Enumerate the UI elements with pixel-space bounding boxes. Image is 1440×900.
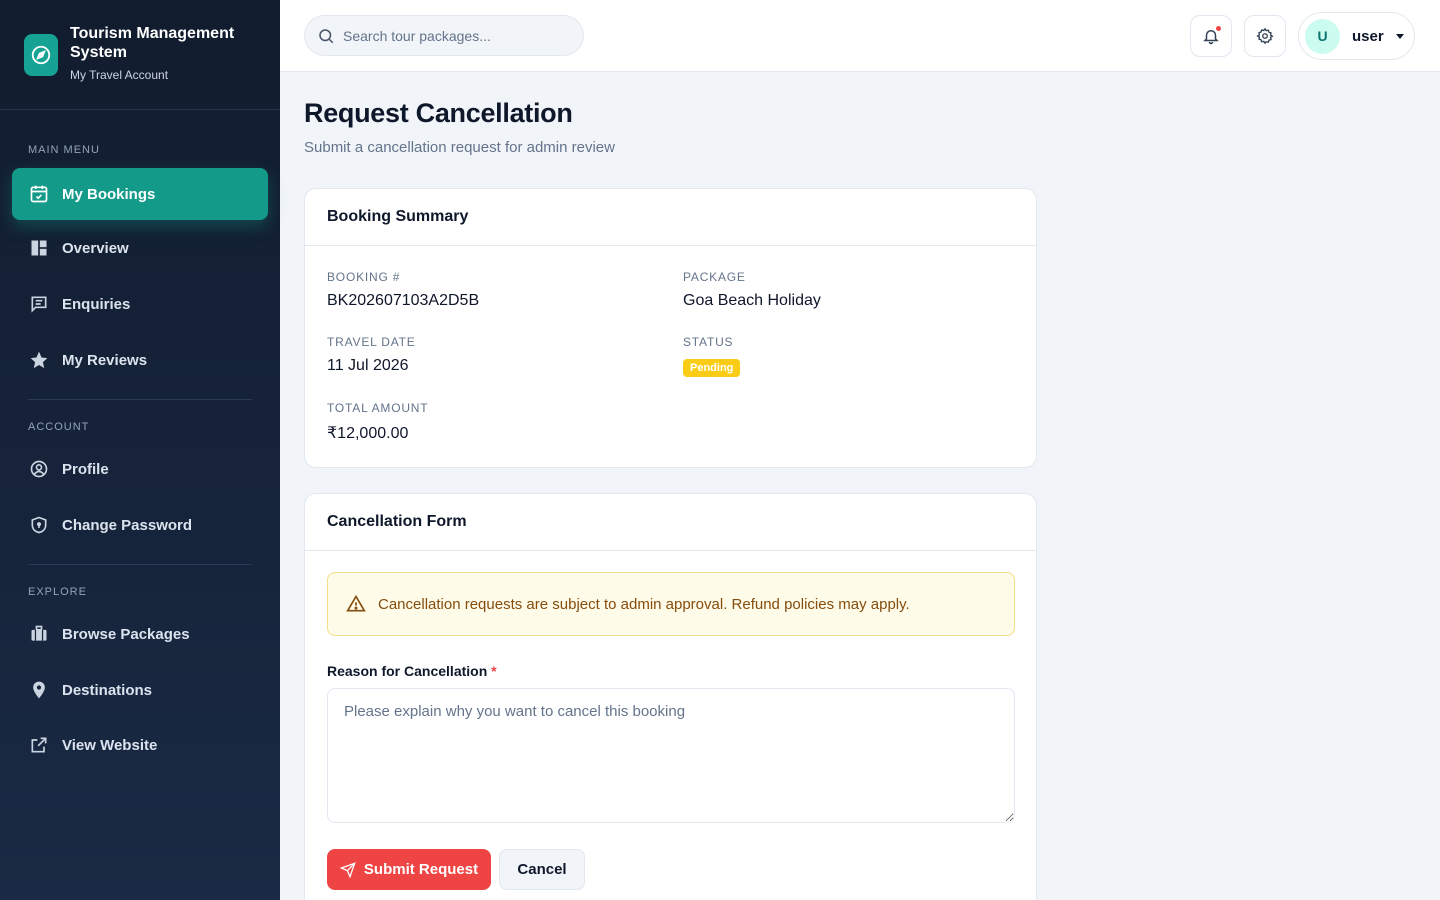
travel-date: 11 Jul 2026: [327, 357, 409, 374]
status-badge: Pending: [683, 359, 741, 377]
sidebar-item-change-password[interactable]: Change Password: [12, 499, 268, 551]
alert-text: Cancellation requests are subject to adm…: [378, 595, 910, 613]
page-subtitle: Submit a cancellation request for admin …: [304, 139, 615, 156]
sidebar-item-label: Enquiries: [62, 295, 131, 313]
total-amount: ₹12,000.00: [327, 425, 409, 442]
card-title: Cancellation Form: [305, 494, 1036, 551]
top-bar: U user: [280, 0, 1440, 72]
user-menu[interactable]: U user: [1298, 12, 1415, 60]
sidebar-item-destinations[interactable]: Destinations: [12, 664, 268, 716]
sidebar-item-label: View Website: [62, 736, 158, 754]
field-label: TOTAL AMOUNT: [327, 401, 429, 415]
field-label: TRAVEL DATE: [327, 335, 416, 349]
notification-dot: [1216, 26, 1221, 31]
suitcase-icon: [28, 623, 50, 645]
sidebar-item-label: Overview: [62, 239, 129, 257]
package-field: PACKAGE Goa Beach Holiday: [683, 270, 821, 310]
package-name: Goa Beach Holiday: [683, 292, 821, 309]
sidebar-item-overview[interactable]: Overview: [12, 222, 268, 274]
sidebar-divider: [28, 564, 252, 565]
sidebar-item-label: Destinations: [62, 681, 153, 699]
sidebar-item-label: Profile: [62, 460, 109, 478]
card-title: Booking Summary: [305, 189, 1036, 246]
field-label: STATUS: [683, 335, 734, 349]
submit-request-button[interactable]: Submit Request: [327, 849, 491, 890]
search-box[interactable]: [304, 15, 584, 56]
star-icon: [28, 349, 50, 371]
search-icon: [317, 27, 335, 45]
booking-number-field: BOOKING # BK202607103A2D5B: [327, 270, 479, 310]
user-name: user: [1352, 27, 1384, 45]
sidebar-item-enquiries[interactable]: Enquiries: [12, 278, 268, 330]
sidebar-item-browse-packages[interactable]: Browse Packages: [12, 608, 268, 660]
sidebar: Tourism Management System My Travel Acco…: [0, 0, 280, 900]
search-input[interactable]: [343, 27, 563, 44]
sidebar-divider: [28, 399, 252, 400]
travel-date-field: TRAVEL DATE 11 Jul 2026: [327, 335, 416, 375]
reason-textarea[interactable]: [327, 688, 1015, 823]
sidebar-item-label: My Bookings: [62, 185, 156, 203]
dashboard-icon: [28, 237, 50, 259]
sidebar-item-my-reviews[interactable]: My Reviews: [12, 334, 268, 386]
sidebar-item-label: My Reviews: [62, 351, 148, 369]
total-amount-field: TOTAL AMOUNT ₹12,000.00: [327, 401, 428, 443]
caret-down-icon: [1395, 33, 1404, 39]
brand-subtitle: My Travel Account: [70, 68, 169, 82]
chat-icon: [28, 293, 50, 315]
settings-button[interactable]: [1244, 15, 1286, 57]
warning-icon: [346, 594, 366, 614]
sidebar-item-profile[interactable]: Profile: [12, 443, 268, 495]
section-account: ACCOUNT: [28, 421, 90, 433]
sidebar-item-my-bookings[interactable]: My Bookings: [12, 168, 268, 220]
brand-title: Tourism Management System: [70, 25, 235, 61]
field-label: PACKAGE: [683, 270, 746, 284]
booking-number: BK202607103A2D5B: [327, 292, 480, 309]
shield-icon: [28, 514, 50, 536]
required-mark: *: [491, 663, 497, 679]
reason-label: Reason for Cancellation *: [327, 663, 497, 679]
booking-summary-card: Booking Summary BOOKING # BK202607103A2D…: [304, 188, 1037, 468]
brand: Tourism Management System My Travel Acco…: [0, 0, 280, 110]
external-link-icon: [28, 734, 50, 756]
sidebar-item-label: Browse Packages: [62, 625, 190, 643]
map-pin-icon: [28, 679, 50, 701]
gear-icon: [1256, 27, 1274, 45]
cancellation-form-card: Cancellation Form Cancellation requests …: [304, 493, 1037, 900]
compass-icon: [24, 34, 58, 76]
field-label: BOOKING #: [327, 270, 401, 284]
send-icon: [339, 861, 356, 878]
sidebar-item-view-website[interactable]: View Website: [12, 719, 268, 771]
submit-label: Submit Request: [363, 861, 479, 878]
user-circle-icon: [28, 458, 50, 480]
sidebar-item-label: Change Password: [62, 516, 193, 534]
warning-alert: Cancellation requests are subject to adm…: [327, 572, 1015, 636]
cancel-button[interactable]: Cancel: [499, 849, 585, 890]
reason-label-text: Reason for Cancellation: [327, 663, 488, 679]
section-main-menu: MAIN MENU: [28, 144, 100, 156]
notifications-button[interactable]: [1190, 15, 1232, 57]
calendar-check-icon: [28, 183, 50, 205]
section-explore: EXPLORE: [28, 586, 87, 598]
avatar: U: [1305, 18, 1340, 54]
status-field: STATUS Pending: [683, 335, 741, 377]
page-title: Request Cancellation: [304, 98, 573, 128]
